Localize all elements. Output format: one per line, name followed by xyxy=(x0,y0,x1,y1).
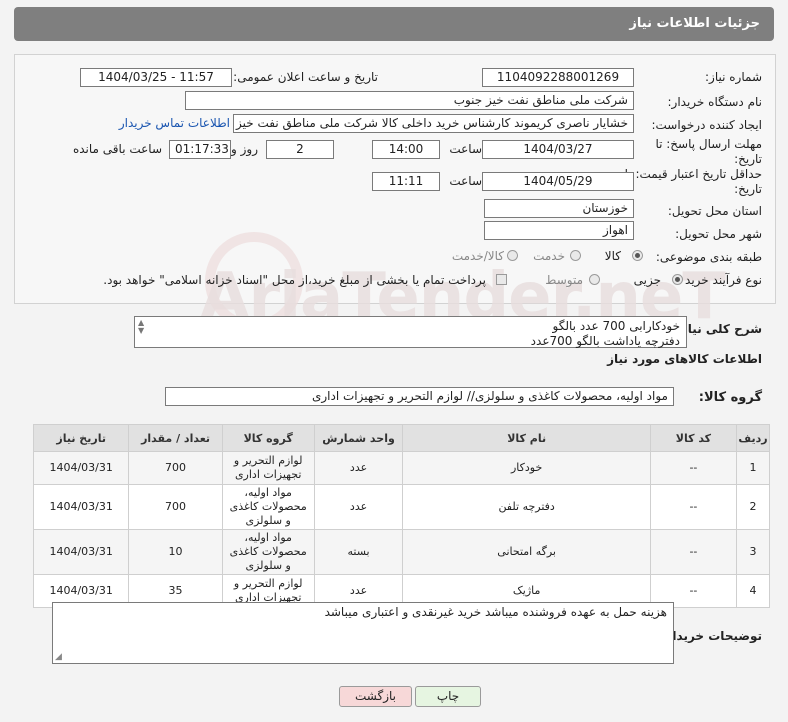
table-row[interactable]: 2 -- دفترچه تلفن عدد مواد اولیه، محصولات… xyxy=(32,484,770,530)
process-radio-minor[interactable] xyxy=(672,274,683,285)
cell-group: مواد اولیه، محصولات کاغذی و سلولزی xyxy=(221,484,315,530)
goods-section-title: اطلاعات کالاهای مورد نیاز xyxy=(607,352,762,366)
cell-index: 3 xyxy=(736,529,770,575)
buyer-notes-textarea[interactable]: هزینه حمل به عهده فروشنده میباشد خرید غی… xyxy=(52,602,674,664)
cell-index: 4 xyxy=(736,574,770,608)
category-option-both: کالا/خدمت xyxy=(451,249,504,263)
summary-line-1: خودکارابی 700 عدد بالگو xyxy=(552,319,680,333)
page-title: جزئیات اطلاعات نیاز xyxy=(629,16,760,31)
price-validity-label: حداقل تاریخ اعتبار قیمت: تا تاریخ: xyxy=(624,167,762,196)
city-label: شهر محل تحویل: xyxy=(675,227,762,241)
category-option-goods: کالا xyxy=(604,249,621,263)
table-header-row: ردیف کد کالا نام کالا واحد شمارش گروه کا… xyxy=(32,424,770,452)
col-header-group: گروه کالا xyxy=(221,424,315,452)
category-option-service: خدمت xyxy=(533,249,565,263)
process-label: نوع فرآیند خرید : xyxy=(677,273,762,287)
cell-code: -- xyxy=(649,451,738,485)
need-number-field[interactable]: 1104092288001269 xyxy=(482,68,634,87)
col-header-name: نام کالا xyxy=(402,424,651,452)
treasury-payment-note: پرداخت تمام یا بخشی از مبلغ خرید،از محل … xyxy=(103,273,486,287)
process-radio-medium[interactable] xyxy=(589,274,600,285)
buyer-notes-text: هزینه حمل به عهده فروشنده میباشد خرید غی… xyxy=(324,605,667,619)
goods-group-label: گروه کالا: xyxy=(698,390,762,405)
cell-index: 1 xyxy=(736,451,770,485)
cell-group: مواد اولیه، محصولات کاغذی و سلولزی xyxy=(221,529,315,575)
days-field[interactable]: 2 xyxy=(266,140,334,159)
goods-group-field[interactable]: مواد اولیه، محصولات کاغذی و سلولزی// لوا… xyxy=(165,387,674,406)
price-time-label: ساعت xyxy=(449,174,482,188)
process-option-medium: متوسط xyxy=(545,273,583,287)
col-header-index: ردیف xyxy=(736,424,770,452)
deadline-time-label: ساعت xyxy=(449,142,482,156)
table-row[interactable]: 3 -- برگه امتحانی بسته مواد اولیه، محصول… xyxy=(32,529,770,575)
cell-qty: 10 xyxy=(128,529,223,575)
deadline-label: مهلت ارسال پاسخ: تا تاریخ: xyxy=(655,137,762,166)
cell-unit: عدد xyxy=(313,451,404,485)
deadline-date-field[interactable]: 1404/03/27 xyxy=(482,140,634,159)
buyer-label: نام دستگاه خریدار: xyxy=(667,95,763,109)
cell-qty: 700 xyxy=(128,451,223,485)
city-field[interactable]: اهواز xyxy=(484,221,634,240)
cell-date: 1404/03/31 xyxy=(32,529,130,575)
resize-handle-icon[interactable]: ◢ xyxy=(55,652,62,662)
col-header-unit: واحد شمارش xyxy=(313,424,404,452)
remaining-time-field[interactable]: 01:17:33 xyxy=(169,140,231,159)
treasury-checkbox[interactable] xyxy=(496,274,507,285)
creator-label: ایجاد کننده درخواست: xyxy=(651,118,762,132)
remaining-time-label: ساعت باقی مانده xyxy=(72,142,162,156)
category-radio-both[interactable] xyxy=(507,250,518,261)
col-header-code: کد کالا xyxy=(649,424,738,452)
category-radio-service[interactable] xyxy=(570,250,581,261)
summary-label: شرح کلی نیاز: xyxy=(676,322,762,336)
back-button[interactable]: بازگشت xyxy=(339,686,412,707)
cell-code: -- xyxy=(649,484,738,530)
category-radio-goods[interactable] xyxy=(632,250,643,261)
buyer-field[interactable]: شرکت ملی مناطق نفت خیز جنوب xyxy=(185,91,634,110)
cell-group: لوازم التحریر و تجهیزات اداری xyxy=(221,451,315,485)
category-label: طبقه بندی موضوعی: xyxy=(655,250,762,264)
cell-code: -- xyxy=(649,529,738,575)
items-table: ردیف کد کالا نام کالا واحد شمارش گروه کا… xyxy=(32,424,770,608)
cell-date: 1404/03/31 xyxy=(32,484,130,530)
summary-line-2: دفترچه یاداشت بالگو 700عدد xyxy=(530,334,680,348)
cell-date: 1404/03/31 xyxy=(32,451,130,485)
page-header: جزئیات اطلاعات نیاز xyxy=(14,7,774,41)
days-label: روز و xyxy=(231,142,258,156)
cell-unit: عدد xyxy=(313,484,404,530)
print-button[interactable]: چاپ xyxy=(415,686,481,707)
creator-field[interactable]: خشایار ناصری کریموند کارشناس خرید داخلی … xyxy=(233,114,634,133)
summary-textarea[interactable]: خودکارابی 700 عدد بالگو دفترچه یاداشت با… xyxy=(134,316,687,348)
announce-field[interactable]: 1404/03/25 - 11:57 xyxy=(80,68,232,87)
cell-index: 2 xyxy=(736,484,770,530)
col-header-qty: تعداد / مقدار xyxy=(128,424,223,452)
price-time-field[interactable]: 11:11 xyxy=(372,172,440,191)
cell-qty: 700 xyxy=(128,484,223,530)
cell-name: خودکار xyxy=(402,451,651,485)
cell-name: برگه امتحانی xyxy=(402,529,651,575)
buyer-notes-label: توضیحات خریدار: xyxy=(660,629,762,643)
process-option-minor: جزیی xyxy=(633,273,661,287)
need-number-label: شماره نیاز: xyxy=(705,70,762,84)
table-row[interactable]: 1 -- خودکار عدد لوازم التحریر و تجهیزات … xyxy=(32,451,770,485)
announce-label: تاریخ و ساعت اعلان عمومی: xyxy=(233,70,378,84)
deadline-time-field[interactable]: 14:00 xyxy=(372,140,440,159)
scroll-down-icon[interactable]: ▼ xyxy=(138,326,144,335)
price-date-field[interactable]: 1404/05/29 xyxy=(482,172,634,191)
province-field[interactable]: خوزستان xyxy=(484,199,634,218)
province-label: استان محل تحویل: xyxy=(667,204,762,218)
cell-unit: بسته xyxy=(313,529,404,575)
col-header-date: تاریخ نیاز xyxy=(32,424,130,452)
buyer-contact-link[interactable]: اطلاعات تماس خریدار xyxy=(119,116,230,130)
cell-name: دفترچه تلفن xyxy=(402,484,651,530)
